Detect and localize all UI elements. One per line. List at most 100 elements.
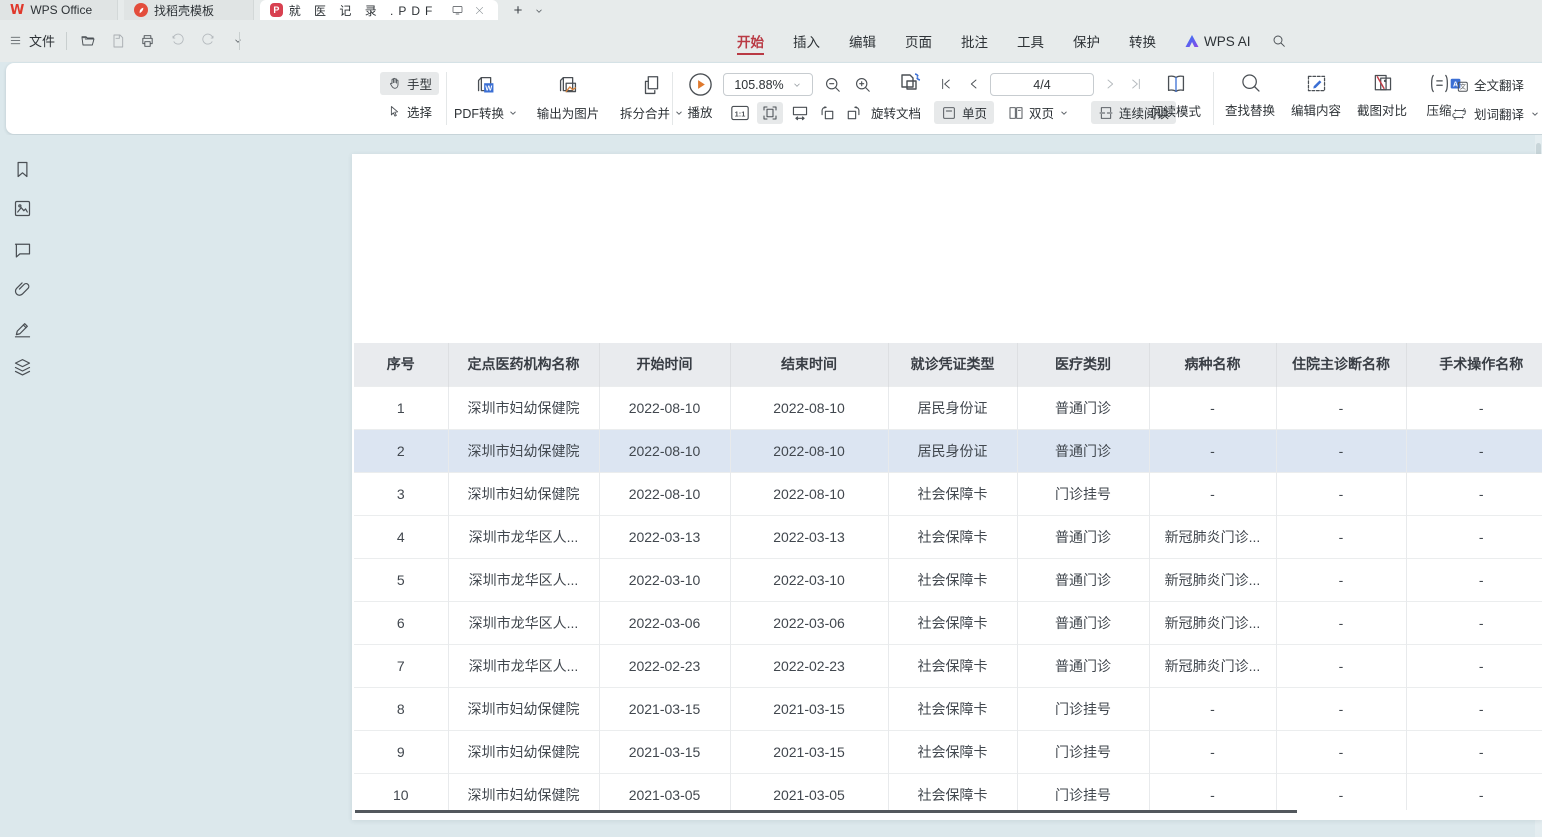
print-icon[interactable] <box>138 31 157 50</box>
table-cell: 2022-08-10 <box>730 429 888 472</box>
table-header-cell: 结束时间 <box>730 343 888 386</box>
split-merge-icon <box>639 73 665 99</box>
bookmark-icon[interactable] <box>12 159 33 180</box>
play-button[interactable]: 播放 <box>678 71 722 121</box>
tab-protect[interactable]: 保护 <box>1073 21 1100 61</box>
table-cell: 社会保障卡 <box>888 773 1017 810</box>
layers-icon[interactable] <box>12 357 33 378</box>
monitor-icon[interactable] <box>449 1 465 19</box>
tab-wps-ai[interactable]: WPS AI <box>1185 24 1251 59</box>
tab-page[interactable]: 页面 <box>905 21 932 61</box>
rotate-doc-label[interactable]: 旋转文档 <box>871 103 921 122</box>
read-mode-label: 阅读模式 <box>1151 101 1201 120</box>
table-cell: 深圳市龙华区人... <box>448 601 599 644</box>
table-cell: - <box>1276 730 1406 773</box>
zoom-in-icon[interactable] <box>853 75 872 94</box>
table-cell: 新冠肺炎门诊... <box>1149 644 1276 687</box>
table-cell: 1 <box>354 386 448 429</box>
tab-convert[interactable]: 转换 <box>1129 21 1156 61</box>
pdf-convert-button[interactable]: W PDF转换 <box>450 73 522 122</box>
file-menu-button[interactable]: 文件 <box>8 31 55 50</box>
select-tool-label: 选择 <box>407 102 432 121</box>
table-cell: 7 <box>354 644 448 687</box>
wps-ai-logo-icon <box>1185 35 1199 48</box>
table-header-cell: 手术操作名称 <box>1406 343 1542 386</box>
play-icon <box>687 71 714 98</box>
table-cell: - <box>1406 601 1542 644</box>
table-header-cell: 医疗类别 <box>1017 343 1149 386</box>
tab-docer-templates[interactable]: 找稻壳模板 <box>124 0 254 20</box>
new-tab-button[interactable]: + <box>506 0 530 20</box>
thumbnail-icon[interactable] <box>12 198 33 219</box>
table-cell: 社会保障卡 <box>888 515 1017 558</box>
tab-tools[interactable]: 工具 <box>1017 21 1044 61</box>
page-number-input[interactable]: 4/4 <box>990 73 1094 96</box>
table-cell: 社会保障卡 <box>888 644 1017 687</box>
signature-icon[interactable] <box>12 318 33 339</box>
single-page-button[interactable]: 单页 <box>934 101 994 124</box>
table-cell: 门诊挂号 <box>1017 687 1149 730</box>
tab-insert[interactable]: 插入 <box>793 21 820 61</box>
table-cell: 社会保障卡 <box>888 472 1017 515</box>
table-row: 7深圳市龙华区人...2022-02-232022-02-23社会保障卡普通门诊… <box>354 644 1542 687</box>
tab-wps-office[interactable]: W WPS Office <box>0 0 118 20</box>
table-cell: 3 <box>354 472 448 515</box>
fit-width-button[interactable] <box>790 104 810 122</box>
select-tool-button[interactable]: 选择 <box>380 100 439 123</box>
table-cell: 6 <box>354 601 448 644</box>
table-header-cell: 就诊凭证类型 <box>888 343 1017 386</box>
word-translate-button[interactable]: xA 划词翻译 <box>1450 104 1540 123</box>
rotate-right-icon[interactable] <box>844 104 864 122</box>
table-cell: 门诊挂号 <box>1017 773 1149 810</box>
table-cell: 2021-03-15 <box>599 730 730 773</box>
tab-document-active[interactable]: P 就 医 记 录 .PDF <box>260 0 498 20</box>
fit-page-button[interactable] <box>757 102 783 124</box>
table-cell: 5 <box>354 558 448 601</box>
table-cell: - <box>1406 558 1542 601</box>
find-replace-button[interactable]: 查找替换 <box>1220 71 1280 119</box>
open-folder-icon[interactable] <box>78 31 97 50</box>
table-cell: - <box>1406 386 1542 429</box>
rotate-left-icon[interactable] <box>817 104 837 122</box>
table-cell: 深圳市妇幼保健院 <box>448 472 599 515</box>
tab-edit[interactable]: 编辑 <box>849 21 876 61</box>
read-mode-button[interactable]: 阅读模式 <box>1148 71 1204 120</box>
tab-list-chevron-icon[interactable] <box>530 2 548 20</box>
table-cell: 2021-03-05 <box>730 773 888 810</box>
double-page-button[interactable]: 双页 <box>1001 101 1076 124</box>
last-page-icon[interactable] <box>1128 76 1144 92</box>
table-bottom-border <box>355 810 1297 813</box>
first-page-icon[interactable] <box>938 76 954 92</box>
edit-content-button[interactable]: 编辑内容 <box>1286 71 1346 119</box>
attachment-icon[interactable] <box>12 279 33 300</box>
redo-icon[interactable] <box>198 31 217 50</box>
separator <box>446 72 447 125</box>
quick-access-chevron-icon[interactable] <box>228 31 247 50</box>
comment-icon[interactable] <box>12 239 33 260</box>
table-cell: - <box>1406 429 1542 472</box>
previous-page-icon[interactable] <box>966 76 982 92</box>
file-menu-label: 文件 <box>29 31 55 50</box>
close-tab-icon[interactable] <box>472 1 488 19</box>
compress-label: 压缩 <box>1426 100 1451 119</box>
menu-bar: 文件 开始 插入 编辑 页面 批注 工具 保护 转换 <box>0 20 1542 62</box>
table-cell: 2 <box>354 429 448 472</box>
wps-logo-icon: W <box>10 3 24 18</box>
hand-tool-button[interactable]: 手型 <box>380 72 439 95</box>
zoom-out-icon[interactable] <box>823 75 842 94</box>
menu-search-icon[interactable] <box>1271 33 1287 49</box>
export-image-button[interactable]: 输出为图片 <box>528 73 608 122</box>
actual-size-button[interactable]: 1:1 <box>730 104 750 122</box>
table-cell: 4 <box>354 515 448 558</box>
undo-icon[interactable] <box>168 31 187 50</box>
tab-home[interactable]: 开始 <box>737 21 764 61</box>
full-text-translate-icon: A 文 <box>1450 77 1468 93</box>
screenshot-compare-button[interactable]: 截图对比 <box>1352 71 1412 119</box>
zoom-level-dropdown[interactable]: 105.88% <box>723 73 813 96</box>
tab-comment[interactable]: 批注 <box>961 21 988 61</box>
full-text-translate-button[interactable]: A 文 全文翻译 <box>1450 75 1540 94</box>
svg-text:W: W <box>485 84 492 93</box>
page-organize-icon[interactable] <box>894 71 924 99</box>
save-icon[interactable] <box>108 31 127 50</box>
next-page-icon[interactable] <box>1102 76 1118 92</box>
